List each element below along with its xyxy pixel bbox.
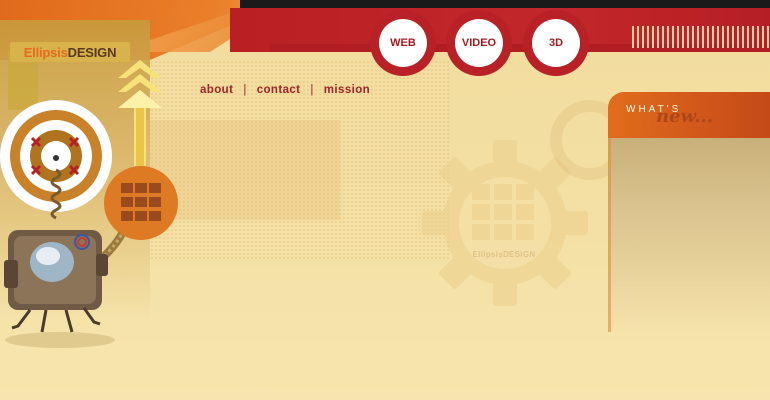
nav-3d-label: 3D (532, 19, 580, 67)
link-contact[interactable]: contact (257, 84, 301, 96)
nav-3d-button[interactable]: 3D (523, 10, 589, 76)
nav-video-label: VIDEO (455, 19, 503, 67)
top-black-strip (240, 0, 770, 8)
whats-new-edge (608, 138, 611, 332)
brand-logo-part1: Ellipsis (23, 44, 68, 60)
link-separator: | (243, 84, 247, 96)
nav-web-label: WEB (379, 19, 427, 67)
link-separator: | (310, 84, 314, 96)
whats-new-panel: new... WHAT'S (608, 92, 770, 332)
watermark-text: EllipsisDESIGN (472, 250, 536, 259)
link-about[interactable]: about (200, 84, 233, 96)
link-mission[interactable]: mission (324, 84, 370, 96)
whats-new-body (608, 138, 770, 332)
text-nav-links: about | contact | mission (200, 84, 370, 96)
whats-new-title: WHAT'S (626, 104, 682, 115)
brand-logo-part2: DESIGN (67, 44, 117, 60)
whats-new-header: new... WHAT'S (608, 92, 770, 138)
grid-logo-shape (121, 183, 161, 221)
grid-logo-icon[interactable] (104, 166, 178, 240)
nav-web-button[interactable]: WEB (370, 10, 436, 76)
page: EllipsisDESIGN Ellipsis DESIGN WEB VIDEO… (0, 0, 770, 400)
brand-logo[interactable]: Ellipsis DESIGN (10, 42, 130, 62)
nav-video-button[interactable]: VIDEO (446, 10, 512, 76)
top-stripes-decoration (632, 26, 770, 48)
